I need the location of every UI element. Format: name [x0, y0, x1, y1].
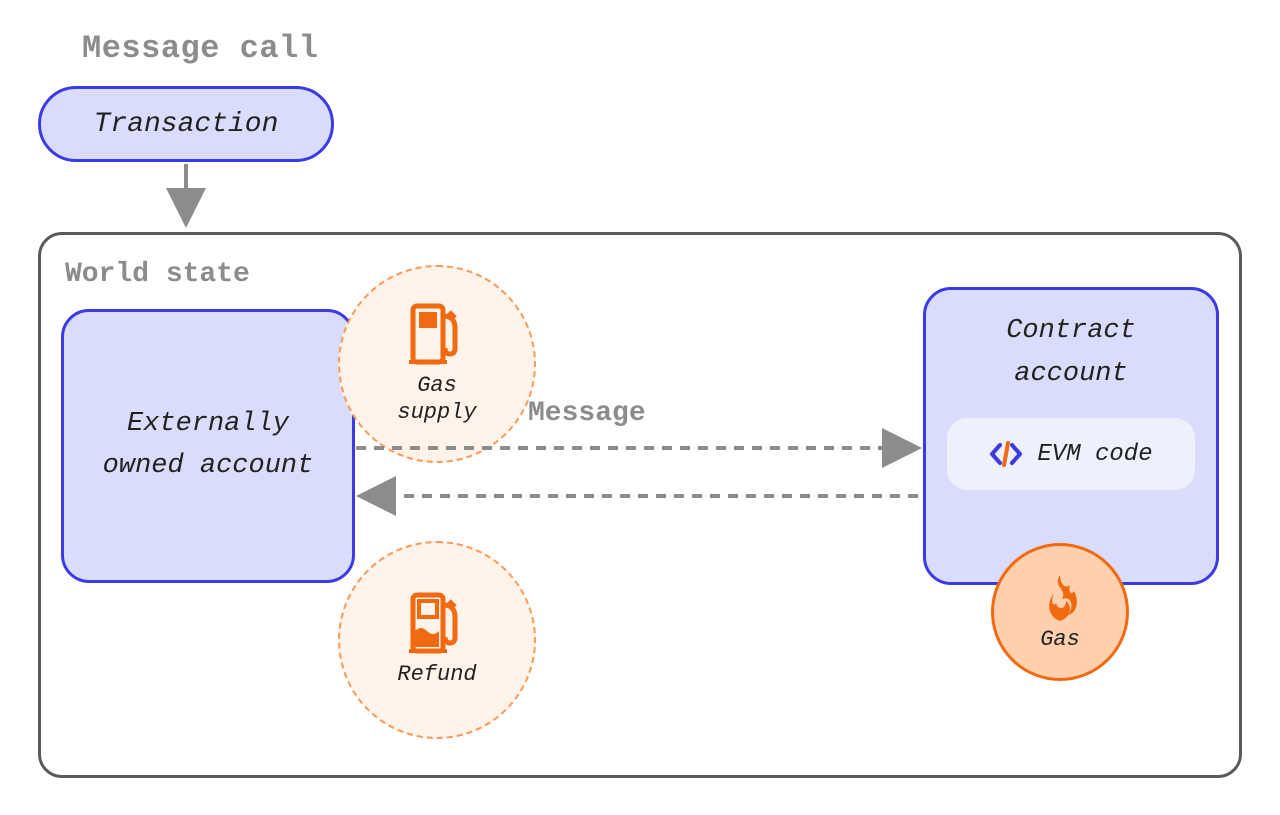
world-state-label: World state [65, 259, 250, 290]
gas-burn-label: Gas [1040, 627, 1080, 652]
gas-burn-node: Gas [991, 543, 1129, 681]
transaction-label: Transaction [94, 109, 279, 140]
gas-pump-half-icon [405, 591, 469, 655]
gas-pump-icon [405, 302, 469, 366]
gas-supply-node: Gassupply [338, 265, 536, 463]
evm-code-pill: EVM code [947, 418, 1195, 490]
message-arrow-label: Message [528, 398, 646, 429]
externally-owned-account-node: Externallyowned account [61, 309, 355, 583]
diagram-title: Message call [82, 30, 318, 67]
flame-icon [1038, 573, 1082, 625]
code-icon [989, 437, 1023, 471]
world-state-container: World state Externallyowned account Gass… [38, 232, 1242, 778]
contract-account-label: Contractaccount [942, 310, 1200, 396]
evm-code-label: EVM code [1037, 441, 1152, 468]
externally-owned-account-label: Externallyowned account [103, 404, 314, 488]
gas-supply-label: Gassupply [397, 372, 476, 427]
contract-account-node: Contractaccount EVM code [923, 287, 1219, 585]
transaction-node: Transaction [38, 86, 334, 162]
refund-label: Refund [397, 661, 476, 689]
refund-node: Refund [338, 541, 536, 739]
